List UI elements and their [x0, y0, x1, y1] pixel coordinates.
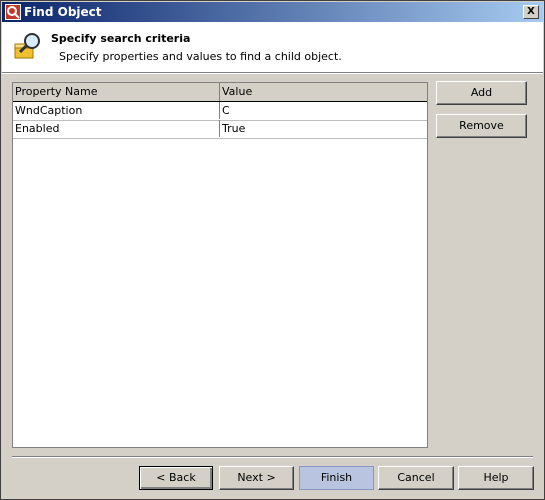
close-icon: X: [527, 6, 535, 17]
value-cell[interactable]: C: [220, 102, 427, 119]
property-cell[interactable]: Enabled: [13, 120, 220, 137]
app-icon: [5, 4, 21, 20]
add-button[interactable]: Add: [436, 81, 527, 105]
table-row[interactable]: Enabled True: [13, 120, 427, 139]
value-cell[interactable]: True: [220, 120, 427, 137]
header-divider: [2, 73, 543, 74]
cancel-button[interactable]: Cancel: [378, 466, 454, 490]
header-subtitle: Specify properties and values to find a …: [59, 50, 342, 63]
help-button[interactable]: Help: [458, 466, 534, 490]
grid-header: Property Name Value: [13, 83, 427, 102]
finish-button[interactable]: Finish: [299, 466, 374, 490]
title-bar[interactable]: Find Object X: [2, 2, 543, 22]
remove-button[interactable]: Remove: [436, 114, 527, 138]
column-header-property[interactable]: Property Name: [13, 83, 220, 101]
back-button[interactable]: < Back: [139, 466, 213, 490]
property-cell[interactable]: WndCaption: [13, 102, 220, 119]
column-header-value[interactable]: Value: [220, 83, 427, 101]
header-title: Specify search criteria: [51, 32, 191, 45]
next-button[interactable]: Next >: [219, 466, 294, 490]
criteria-grid[interactable]: Property Name Value WndCaption C Enabled…: [12, 82, 428, 448]
footer-divider-highlight: [12, 457, 533, 458]
wizard-header: Specify search criteria Specify properti…: [2, 22, 543, 73]
search-object-icon: [14, 33, 40, 59]
window-title: Find Object: [24, 5, 102, 19]
find-object-dialog: Find Object X Specify search criteria Sp…: [0, 0, 545, 500]
close-button[interactable]: X: [523, 5, 539, 19]
table-row[interactable]: WndCaption C: [13, 102, 427, 121]
